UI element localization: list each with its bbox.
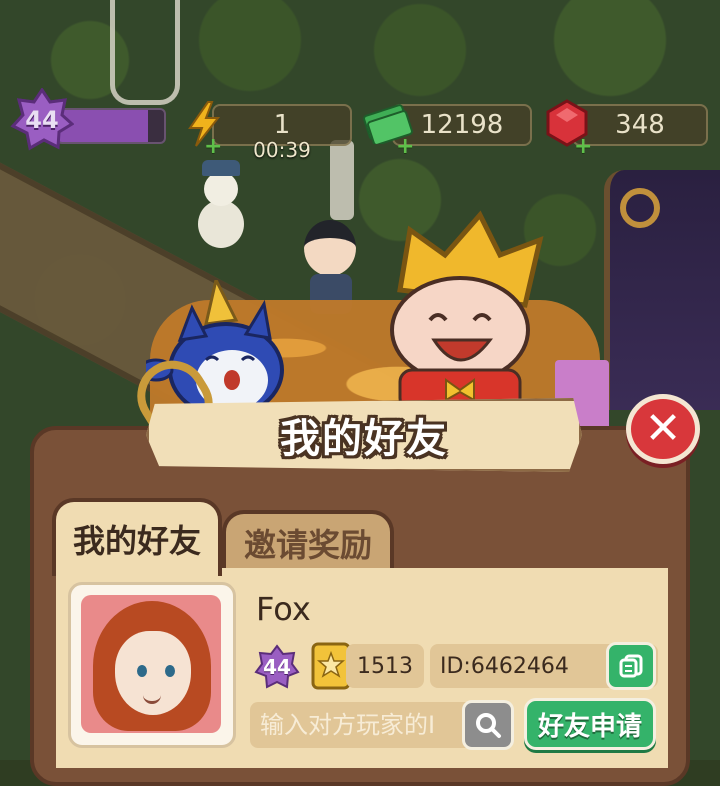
energy-plus-icon[interactable]: + [204, 136, 222, 158]
copy-id-button[interactable] [606, 642, 656, 690]
close-icon: ✕ [644, 403, 682, 454]
tab-invite-rewards-label: 邀请奖励 [243, 526, 372, 564]
search-button[interactable] [462, 700, 514, 750]
tab-my-friends-label: 我的好友 [72, 522, 201, 560]
friend-level: 44 [263, 655, 291, 679]
cash-plus-icon[interactable]: + [396, 136, 414, 158]
player-id-search-input[interactable] [250, 702, 486, 748]
friend-score: 1513 [346, 644, 424, 688]
dialog-title-banner: 我的好友 [146, 398, 582, 472]
friend-name: Fox [256, 590, 311, 628]
level-value: 44 [25, 106, 59, 134]
gem-counter[interactable]: 348 [572, 104, 708, 146]
friend-request-label: 好友申请 [537, 711, 642, 742]
gem-value: 348 [615, 110, 665, 140]
white-fence [110, 0, 180, 105]
fence-post [330, 140, 354, 220]
crown-boy-character [390, 210, 544, 410]
search-icon [476, 713, 501, 738]
avatar[interactable] [68, 582, 236, 748]
energy-timer: 00:39 [253, 138, 311, 162]
copy-icon [619, 654, 643, 678]
cash-value: 12198 [420, 110, 504, 140]
close-button[interactable]: ✕ [626, 394, 700, 464]
tab-invite-rewards[interactable]: 邀请奖励 [222, 510, 394, 572]
friend-request-button[interactable]: 好友申请 [524, 698, 656, 750]
dialog-title: 我的好友 [280, 416, 448, 462]
snowman-npc [180, 160, 260, 270]
energy-value: 1 [273, 110, 291, 140]
tab-my-friends[interactable]: 我的好友 [52, 498, 222, 576]
purple-building [604, 170, 720, 410]
gem-plus-icon[interactable]: + [574, 136, 592, 158]
